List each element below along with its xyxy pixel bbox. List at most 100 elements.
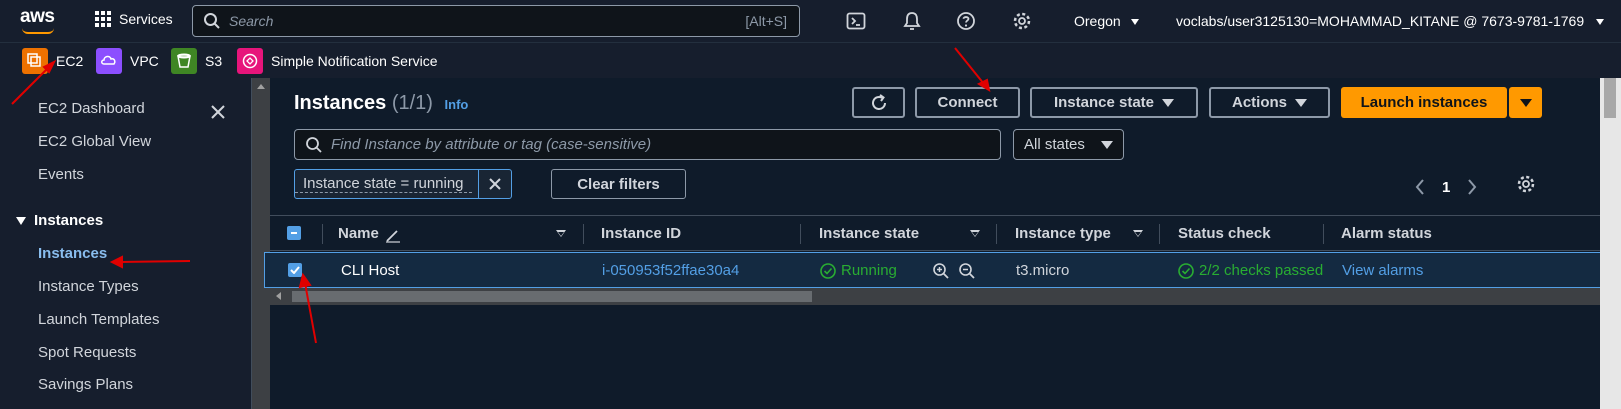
cell-instance-id-link[interactable]: i-050953f52ffae30a4: [602, 262, 739, 279]
main-content: Instances (1/1) Info Connect Instance st…: [264, 78, 1621, 409]
sidebar-item-spot-requests[interactable]: Spot Requests: [38, 344, 136, 361]
check-circle-icon: [1178, 262, 1194, 279]
column-header-alarm-status[interactable]: Alarm status: [1341, 225, 1432, 242]
column-header-status-check[interactable]: Status check: [1178, 225, 1271, 242]
favorite-s3[interactable]: S3: [171, 48, 222, 74]
region-label: Oregon: [1074, 13, 1121, 29]
page-title-text: Instances: [294, 92, 387, 114]
refresh-button[interactable]: [852, 87, 905, 118]
page-scrollbar[interactable]: [1600, 78, 1621, 409]
instance-state-button[interactable]: Instance state: [1030, 87, 1198, 118]
filter-input[interactable]: [331, 136, 991, 153]
sort-caret-icon[interactable]: [970, 230, 980, 237]
sidebar-item-ec2-global-view[interactable]: EC2 Global View: [38, 133, 151, 150]
view-alarms-link[interactable]: View alarms: [1342, 262, 1423, 279]
account-label: voclabs/user3125130=MOHAMMAD_KITANE @ 76…: [1176, 13, 1585, 29]
filter-token-label[interactable]: Instance state = running: [295, 175, 472, 193]
cell-instance-state: Running: [820, 262, 897, 279]
aws-smile-icon: [22, 28, 54, 34]
check-icon: [290, 266, 300, 274]
row-checkbox[interactable]: [288, 263, 302, 277]
caret-down-icon: [1101, 140, 1113, 149]
chevron-left-icon[interactable]: [1414, 178, 1426, 196]
column-divider: [1159, 224, 1160, 244]
global-search[interactable]: [Alt+S]: [192, 5, 800, 37]
caret-down-icon: [1519, 98, 1532, 107]
sidebar-item-savings-plans[interactable]: Savings Plans: [38, 376, 133, 393]
filter-token: Instance state = running: [294, 169, 512, 199]
scroll-up-icon[interactable]: [257, 84, 265, 89]
s3-icon: [171, 48, 197, 74]
cloudshell-icon[interactable]: [846, 11, 866, 31]
help-icon[interactable]: [956, 11, 976, 31]
sort-caret-icon[interactable]: [1133, 230, 1143, 237]
sidebar-scrollbar[interactable]: [252, 78, 270, 409]
check-icon: [291, 232, 297, 234]
ec2-icon: [22, 48, 48, 74]
sidebar: EC2 Dashboard EC2 Global View Events Ins…: [0, 78, 252, 409]
caret-down-icon: [1295, 98, 1307, 107]
column-header-instance-id[interactable]: Instance ID: [601, 225, 681, 242]
status-check-label: 2/2 checks passed: [1199, 262, 1324, 279]
region-selector[interactable]: Oregon: [1074, 13, 1139, 29]
table-settings-gear-icon[interactable]: [1516, 174, 1536, 194]
column-header-instance-type[interactable]: Instance type: [1015, 225, 1111, 242]
check-circle-icon: [820, 262, 836, 279]
sidebar-section-instances[interactable]: Instances: [16, 212, 103, 229]
sidebar-item-events[interactable]: Events: [38, 166, 84, 183]
column-header-name[interactable]: Name: [338, 225, 379, 242]
cell-instance-type: t3.micro: [1016, 262, 1070, 279]
aws-logo-text: aws: [20, 6, 55, 27]
search-input[interactable]: [229, 13, 709, 29]
favorite-label: VPC: [130, 53, 159, 69]
clear-filters-button[interactable]: Clear filters: [551, 169, 686, 199]
sidebar-item-launch-templates[interactable]: Launch Templates: [38, 311, 159, 328]
favorite-ec2[interactable]: EC2: [22, 48, 83, 74]
sidebar-item-instance-types[interactable]: Instance Types: [38, 278, 139, 295]
close-icon[interactable]: [208, 102, 228, 122]
table-horizontal-scrollbar[interactable]: [270, 288, 1621, 305]
chevron-right-icon[interactable]: [1466, 178, 1478, 196]
aws-logo[interactable]: aws: [20, 6, 60, 34]
states-select-value: All states: [1024, 136, 1085, 153]
sidebar-item-ec2-dashboard[interactable]: EC2 Dashboard: [38, 100, 145, 117]
instance-filter[interactable]: [294, 129, 1001, 160]
remove-filter-button[interactable]: [478, 170, 511, 198]
select-all-checkbox[interactable]: [287, 226, 301, 240]
page-number[interactable]: 1: [1442, 179, 1450, 196]
settings-gear-icon[interactable]: [1012, 11, 1032, 31]
scrollbar-thumb[interactable]: [292, 291, 812, 302]
top-navigation-bar: aws Services [Alt+S] Oregon vo: [0, 0, 1621, 42]
favorite-sns[interactable]: Simple Notification Service: [237, 48, 438, 74]
favorite-label: Simple Notification Service: [271, 53, 438, 69]
search-shortcut-hint: [Alt+S]: [745, 13, 787, 29]
column-divider: [1323, 224, 1324, 244]
grid-icon: [95, 11, 111, 27]
account-menu[interactable]: voclabs/user3125130=MOHAMMAD_KITANE @ 76…: [1176, 13, 1604, 29]
bell-icon[interactable]: [902, 11, 922, 31]
states-select[interactable]: All states: [1013, 129, 1124, 160]
services-menu-button[interactable]: Services: [95, 11, 173, 27]
info-link[interactable]: Info: [445, 97, 469, 112]
sidebar-item-instances[interactable]: Instances: [38, 245, 107, 262]
sort-caret-icon[interactable]: [556, 230, 566, 237]
column-header-instance-state[interactable]: Instance state: [819, 225, 919, 242]
favorite-label: S3: [205, 53, 223, 69]
launch-instances-dropdown[interactable]: [1509, 87, 1542, 118]
page-scrollbar-thumb[interactable]: [1604, 78, 1616, 118]
zoom-in-icon[interactable]: [932, 262, 950, 280]
favorite-vpc[interactable]: VPC: [96, 48, 159, 74]
favorite-label: EC2: [56, 53, 84, 69]
scroll-left-icon[interactable]: [276, 292, 281, 300]
caret-down-icon: [1162, 98, 1175, 107]
launch-instances-button[interactable]: Launch instances: [1341, 87, 1507, 118]
sidebar-section-label: Instances: [34, 212, 104, 229]
actions-label: Actions: [1231, 94, 1287, 111]
column-divider: [322, 224, 323, 244]
zoom-out-icon[interactable]: [958, 262, 976, 280]
connect-button[interactable]: Connect: [915, 87, 1020, 118]
chevron-down-icon: [1130, 19, 1139, 26]
table-row[interactable]: CLI Host i-050953f52ffae30a4 Running t3.…: [264, 252, 1621, 288]
actions-button[interactable]: Actions: [1209, 87, 1330, 118]
favorites-bar: EC2 VPC S3 Simple Notification Service: [0, 42, 1621, 78]
